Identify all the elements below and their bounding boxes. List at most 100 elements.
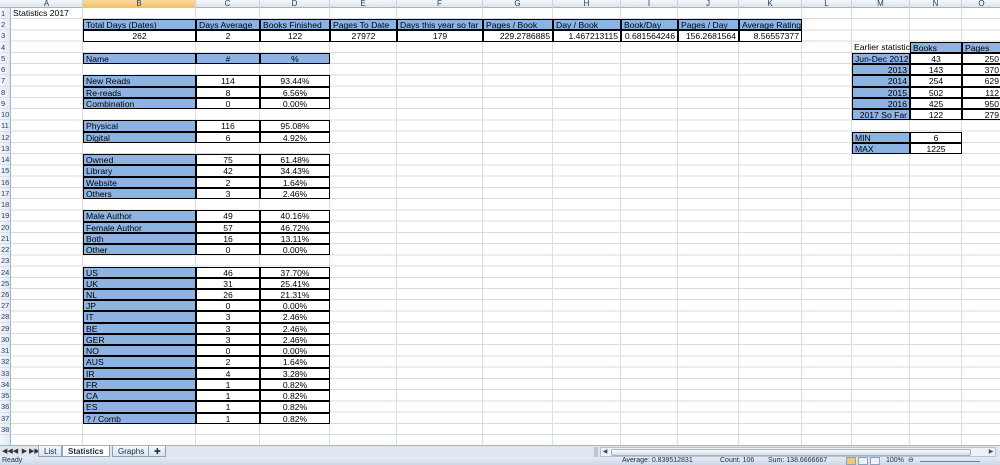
earlier-books[interactable]: 254	[910, 75, 962, 87]
row-header[interactable]: 16	[0, 177, 10, 188]
stat-name[interactable]: IT	[83, 311, 196, 323]
row-header[interactable]: 12	[0, 132, 10, 143]
row-header[interactable]: 32	[0, 356, 10, 368]
stat-count[interactable]: 2	[196, 176, 260, 188]
stat-count[interactable]: 1	[196, 401, 260, 413]
stat-name[interactable]: Digital	[83, 131, 196, 143]
stat-name[interactable]: Website	[83, 176, 196, 188]
earlier-pages[interactable]: 250	[962, 52, 1000, 65]
zoom-slider[interactable]	[920, 461, 980, 462]
first-sheet-button[interactable]: ◀◀	[2, 447, 13, 457]
stat-name[interactable]: NL	[83, 289, 196, 301]
stat-count[interactable]: 116	[196, 120, 260, 132]
next-sheet-button[interactable]: ▶	[20, 447, 29, 457]
stat-name[interactable]: BE	[83, 322, 196, 334]
earlier-books[interactable]: 122	[910, 109, 962, 121]
row-header[interactable]: 27	[0, 300, 10, 312]
stat-percent[interactable]: 0.00%	[260, 244, 330, 256]
table-header-percent[interactable]: %	[260, 52, 330, 65]
earlier-books[interactable]: 425	[910, 97, 962, 110]
max-value[interactable]: 1225	[910, 142, 962, 155]
scroll-left-icon[interactable]: ◀	[601, 448, 609, 456]
stat-name[interactable]: New Reads	[83, 75, 196, 87]
row-header[interactable]: 15	[0, 165, 10, 177]
stat-percent[interactable]: 40.16%	[260, 210, 330, 222]
stat-name[interactable]: Physical	[83, 120, 196, 132]
row-header[interactable]: 20	[0, 222, 10, 233]
stat-count[interactable]: 0	[196, 345, 260, 357]
stat-percent[interactable]: 21.31%	[260, 289, 330, 301]
row-header[interactable]: 13	[0, 143, 10, 155]
stat-percent[interactable]: 2.46%	[260, 311, 330, 323]
summary-header[interactable]: Pages / Book	[483, 19, 553, 31]
column-header-h[interactable]: H	[553, 0, 621, 8]
summary-value[interactable]: 262	[83, 30, 196, 42]
summary-value[interactable]: 0.681564246	[621, 30, 678, 42]
stat-count[interactable]: 3	[196, 311, 260, 323]
row-header[interactable]: 1	[0, 8, 10, 20]
stat-percent[interactable]: 0.00%	[260, 300, 330, 312]
stat-count[interactable]: 3	[196, 187, 260, 200]
stat-percent[interactable]: 37.70%	[260, 266, 330, 278]
column-header-o[interactable]: O	[962, 0, 1000, 8]
stat-count[interactable]: 0	[196, 300, 260, 312]
stat-count[interactable]: 1	[196, 390, 260, 402]
summary-value[interactable]: 8.56557377	[739, 30, 802, 42]
stat-count[interactable]: 3	[196, 333, 260, 346]
stat-count[interactable]: 114	[196, 75, 260, 87]
row-header[interactable]: 31	[0, 345, 10, 357]
stat-name[interactable]: JP	[83, 300, 196, 312]
row-header[interactable]: 30	[0, 334, 10, 346]
stat-count[interactable]: 8	[196, 86, 260, 98]
stat-name[interactable]: Library	[83, 165, 196, 177]
row-header[interactable]: 7	[0, 75, 10, 87]
earlier-pages[interactable]: 279	[962, 109, 1000, 121]
stat-count[interactable]: 1	[196, 378, 260, 391]
sheet-title[interactable]: Statistics 2017	[11, 8, 196, 19]
zoom-level[interactable]: 100%	[886, 457, 904, 465]
summary-header[interactable]: Pages / Day	[678, 19, 739, 31]
stat-percent[interactable]: 0.82%	[260, 390, 330, 402]
summary-header[interactable]: Book/Day	[621, 19, 678, 31]
row-header[interactable]: 24	[0, 267, 10, 278]
column-header-b[interactable]: B	[83, 0, 196, 8]
stat-name[interactable]: CA	[83, 390, 196, 402]
stat-count[interactable]: 57	[196, 221, 260, 233]
stat-percent[interactable]: 25.41%	[260, 277, 330, 289]
stat-percent[interactable]: 2.46%	[260, 333, 330, 346]
row-header[interactable]: 21	[0, 233, 10, 245]
scrollbar-thumb[interactable]	[611, 449, 971, 456]
stat-count[interactable]: 49	[196, 210, 260, 222]
stat-count[interactable]: 75	[196, 154, 260, 166]
stat-name[interactable]: US	[83, 266, 196, 278]
stat-name[interactable]: Other	[83, 244, 196, 256]
prev-sheet-button[interactable]: ◀	[11, 447, 20, 457]
column-header-m[interactable]: M	[852, 0, 910, 8]
row-header[interactable]: 14	[0, 154, 10, 166]
summary-header[interactable]: Total Days (Dates)	[83, 19, 196, 31]
horizontal-scrollbar[interactable]: ◀ ▶	[600, 447, 996, 457]
column-header-d[interactable]: D	[260, 0, 330, 8]
last-sheet-button[interactable]: ▶▶	[29, 447, 40, 457]
earlier-period[interactable]: 2016	[852, 97, 910, 110]
stat-name[interactable]: Owned	[83, 154, 196, 166]
earlier-period[interactable]: Jun-Dec 2012	[852, 52, 910, 65]
column-header-k[interactable]: K	[739, 0, 802, 8]
earlier-pages[interactable]: 950	[962, 97, 1000, 110]
earlier-pages[interactable]: 370	[962, 64, 1000, 76]
row-header[interactable]: 10	[0, 109, 10, 121]
stat-count[interactable]: 16	[196, 232, 260, 245]
column-header-j[interactable]: J	[678, 0, 739, 8]
normal-view-button[interactable]	[846, 457, 856, 465]
stat-percent[interactable]: 95.08%	[260, 120, 330, 132]
min-value[interactable]: 6	[910, 131, 962, 143]
sheet-tab-statistics[interactable]: Statistics	[62, 446, 110, 457]
stat-name[interactable]: IR	[83, 367, 196, 379]
earlier-period[interactable]: 2015	[852, 86, 910, 98]
sheet-tab-graphs[interactable]: Graphs	[112, 446, 151, 457]
sheet-tab-list[interactable]: List	[38, 446, 63, 457]
earlier-stats-label[interactable]: Earlier statistic	[852, 42, 910, 53]
stat-percent[interactable]: 0.82%	[260, 412, 330, 424]
stat-name[interactable]: Male Author	[83, 210, 196, 222]
summary-value[interactable]: 156.2681564	[678, 30, 739, 42]
